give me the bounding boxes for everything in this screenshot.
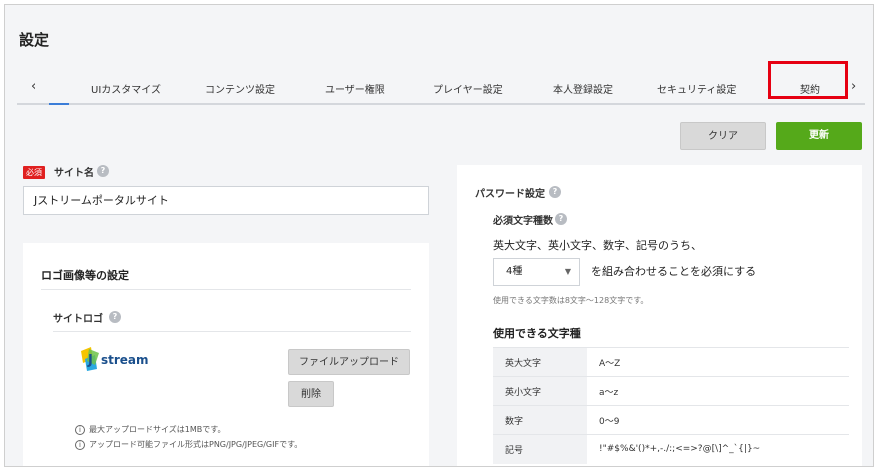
password-length-hint: 使用できる文字数は8文字〜128文字です。 bbox=[493, 296, 649, 305]
char-type-value: 0〜9 bbox=[587, 405, 849, 435]
site-logo-image: J stream bbox=[81, 347, 149, 371]
help-icon[interactable]: ? bbox=[109, 311, 121, 323]
char-type-count-select[interactable]: 4種 ▼ bbox=[493, 258, 580, 286]
settings-window: 設定 ‹ UIカスタマイズ コンテンツ設定 ユーザー権限 プレイヤー設定 本人登… bbox=[4, 4, 874, 467]
table-row: 記号 !"#$%&'()*+,-./:;<=>?@[\]^_`{|}~ bbox=[493, 434, 849, 464]
logo-settings-title: ロゴ画像等の設定 bbox=[41, 269, 129, 282]
password-rule-text: 英大文字、英小文字、数字、記号のうち、 bbox=[493, 239, 702, 252]
logo-settings-card: ロゴ画像等の設定 サイトロゴ ? J stream ファイルアップロード 削除 … bbox=[23, 243, 429, 466]
page-title: 設定 bbox=[19, 31, 50, 49]
upload-size-note: i 最大アップロードサイズは1MBです。 bbox=[75, 424, 225, 435]
help-icon[interactable]: ? bbox=[549, 186, 561, 198]
site-name-label: サイト名 bbox=[54, 168, 94, 179]
allowed-char-types-table: 英大文字 A〜Z 英小文字 a〜z 数字 0〜9 記号 !"#$%&'()*+,… bbox=[493, 347, 849, 464]
logo-initial: J bbox=[87, 353, 93, 368]
clear-button[interactable]: クリア bbox=[680, 122, 766, 150]
char-type-value: a〜z bbox=[587, 376, 849, 406]
note-text: アップロード可能ファイル形式はPNG/JPG/JPEG/GIFです。 bbox=[89, 440, 303, 449]
char-type-value: !"#$%&'()*+,-./:;<=>?@[\]^_`{|}~ bbox=[587, 434, 849, 464]
char-type-name: 数字 bbox=[493, 405, 587, 435]
table-row: 英大文字 A〜Z bbox=[493, 347, 849, 377]
char-type-name: 英小文字 bbox=[493, 376, 587, 406]
logo-text: stream bbox=[101, 353, 149, 367]
tab-security-settings[interactable]: セキュリティ設定 bbox=[657, 81, 736, 96]
required-char-types-label: 必須文字種数 bbox=[493, 216, 553, 227]
file-upload-button[interactable]: ファイルアップロード bbox=[288, 349, 410, 375]
chevron-down-icon: ▼ bbox=[564, 267, 571, 276]
note-text: 最大アップロードサイズは1MBです。 bbox=[89, 425, 226, 434]
contract-tab-highlight bbox=[768, 61, 848, 99]
help-icon[interactable]: ? bbox=[555, 213, 567, 225]
table-row: 数字 0〜9 bbox=[493, 405, 849, 435]
password-settings-card: パスワード設定 ? 必須文字種数 ? 英大文字、英小文字、数字、記号のうち、 4… bbox=[457, 165, 862, 466]
divider bbox=[53, 331, 411, 332]
upload-format-note: i アップロード可能ファイル形式はPNG/JPG/JPEG/GIFです。 bbox=[75, 439, 302, 450]
table-row: 英小文字 a〜z bbox=[493, 376, 849, 406]
tab-identity-registration[interactable]: 本人登録設定 bbox=[553, 81, 613, 96]
delete-button[interactable]: 削除 bbox=[288, 381, 334, 407]
required-badge: 必須 bbox=[23, 166, 45, 179]
tab-ui-customize[interactable]: UIカスタマイズ bbox=[91, 81, 161, 96]
char-type-value: A〜Z bbox=[587, 347, 849, 377]
password-settings-title: パスワード設定 bbox=[475, 189, 545, 200]
tab-user-permissions[interactable]: ユーザー権限 bbox=[325, 81, 385, 96]
allowed-char-types-title: 使用できる文字種 bbox=[493, 327, 581, 340]
password-rule-suffix: を組み合わせることを必須にする bbox=[591, 265, 757, 278]
select-value: 4種 bbox=[506, 266, 523, 277]
site-logo-label: サイトロゴ bbox=[53, 314, 103, 325]
info-icon: i bbox=[75, 424, 85, 435]
char-type-name: 記号 bbox=[493, 434, 587, 464]
info-icon: i bbox=[75, 439, 85, 450]
active-tab-indicator bbox=[49, 103, 69, 105]
site-name-input[interactable]: Jストリームポータルサイト bbox=[23, 186, 429, 215]
chevron-left-icon[interactable]: ‹ bbox=[31, 79, 36, 94]
char-type-name: 英大文字 bbox=[493, 347, 587, 377]
settings-tab-bar: ‹ UIカスタマイズ コンテンツ設定 ユーザー権限 プレイヤー設定 本人登録設定… bbox=[17, 71, 865, 105]
divider bbox=[41, 289, 411, 290]
chevron-right-icon[interactable]: › bbox=[851, 79, 856, 94]
update-button[interactable]: 更新 bbox=[776, 122, 862, 150]
help-icon[interactable]: ? bbox=[97, 165, 109, 177]
tab-player-settings[interactable]: プレイヤー設定 bbox=[433, 81, 503, 96]
tab-content-settings[interactable]: コンテンツ設定 bbox=[205, 81, 275, 96]
